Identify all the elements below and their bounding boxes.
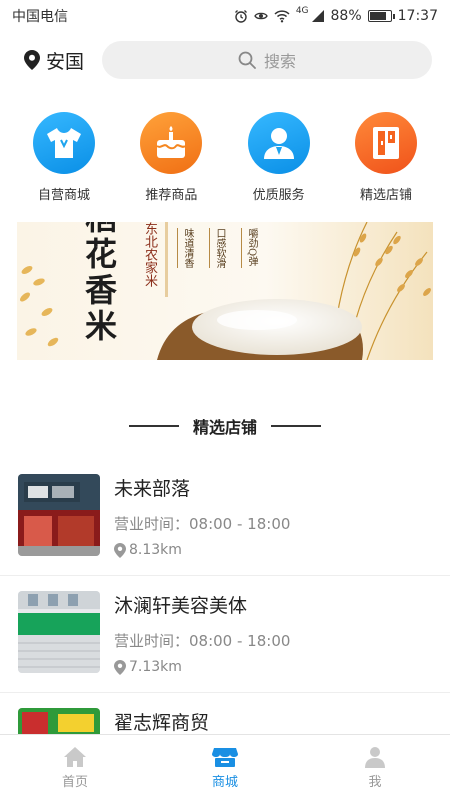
store-distance-value: 8.13km bbox=[129, 542, 182, 558]
search-icon bbox=[238, 51, 256, 69]
location-pin-icon bbox=[24, 50, 40, 70]
banner-feature: 味道清香 bbox=[177, 228, 195, 268]
carrier-label: 中国电信 bbox=[12, 9, 68, 25]
nav-shop[interactable]: 商城 bbox=[150, 746, 300, 790]
store-info: 沐澜轩美容美体 营业时间：08:00 - 18:00 7.13km bbox=[114, 577, 290, 675]
person-icon bbox=[247, 112, 310, 174]
divider bbox=[271, 425, 321, 427]
banner-title-char: 花 bbox=[84, 235, 117, 273]
store-info: 未来部落 营业时间：08:00 - 18:00 8.13km bbox=[114, 460, 290, 558]
location-pin-icon bbox=[114, 659, 126, 675]
banner-subtitle: 东北农家米 bbox=[142, 222, 157, 287]
battery-percent: 88% bbox=[330, 8, 362, 24]
store-list-item[interactable]: 沐澜轩美容美体 营业时间：08:00 - 18:00 7.13km bbox=[0, 577, 450, 693]
eye-icon bbox=[254, 12, 268, 20]
location-pin-icon bbox=[114, 542, 126, 558]
store-distance-value: 7.13km bbox=[129, 659, 182, 675]
store-info: 翟志辉商贸 bbox=[114, 694, 209, 735]
category-label: 精选店铺 bbox=[359, 188, 412, 203]
cake-icon bbox=[140, 112, 203, 174]
store-list-item[interactable]: 未来部落 营业时间：08:00 - 18:00 8.13km bbox=[0, 460, 450, 576]
nav-label: 我 bbox=[368, 774, 382, 790]
status-bar: 中国电信 4G 88% 17:37 bbox=[0, 0, 450, 32]
category-label: 推荐商品 bbox=[145, 188, 198, 203]
banner-title-char: 香 bbox=[84, 271, 117, 309]
store-name: 翟志辉商贸 bbox=[114, 712, 210, 734]
store-name: 沐澜轩美容美体 bbox=[114, 595, 248, 617]
category-featured-stores[interactable]: 精选店铺 bbox=[336, 112, 436, 203]
bottom-nav: 首页 商城 我 bbox=[0, 734, 450, 800]
category-grid: 自营商城 推荐商品 优质服务 精选店铺 bbox=[0, 112, 450, 203]
store-name: 未来部落 bbox=[114, 478, 191, 500]
banner-title-char: 稻 bbox=[85, 222, 117, 236]
nav-me[interactable]: 我 bbox=[300, 746, 450, 790]
store-distance: 8.13km bbox=[114, 542, 290, 558]
header: 安国 搜索 bbox=[0, 40, 450, 80]
search-input[interactable]: 搜索 bbox=[102, 41, 432, 79]
store-thumbnail bbox=[18, 474, 100, 556]
tshirt-icon bbox=[33, 112, 95, 174]
store-thumbnail bbox=[18, 591, 100, 673]
store-distance: 7.13km bbox=[114, 659, 290, 675]
nav-home[interactable]: 首页 bbox=[0, 746, 150, 790]
nav-label: 首页 bbox=[61, 774, 88, 790]
banner-title-char: 米 bbox=[84, 307, 117, 345]
store-hours: 营业时间：08:00 - 18:00 bbox=[114, 515, 291, 533]
store-hours: 营业时间：08:00 - 18:00 bbox=[114, 632, 291, 650]
divider bbox=[128, 425, 179, 427]
category-label: 优质服务 bbox=[252, 188, 305, 203]
user-icon bbox=[365, 746, 385, 768]
wifi-icon bbox=[274, 10, 290, 23]
shop-icon bbox=[212, 747, 238, 767]
storefront-icon bbox=[354, 112, 417, 174]
location-selector[interactable]: 安国 bbox=[24, 47, 96, 74]
section-title: 精选店铺 bbox=[192, 418, 257, 437]
alarm-icon bbox=[234, 10, 247, 23]
banner-features: 味道清香 口感软滑 嚼劲Q弹 bbox=[177, 228, 390, 268]
banner-feature: 口感软滑 bbox=[209, 228, 227, 268]
banner-title: 稻 花 香 米 bbox=[81, 222, 121, 344]
location-label: 安国 bbox=[46, 50, 85, 73]
clock: 17:37 bbox=[397, 8, 438, 24]
home-icon bbox=[64, 746, 86, 767]
battery-icon bbox=[367, 10, 395, 22]
category-quality-service[interactable]: 优质服务 bbox=[229, 112, 329, 203]
promo-banner[interactable]: 稻 花 香 米 东北农家米 味道清香 口感软滑 嚼劲Q弹 bbox=[17, 222, 433, 360]
category-recommended[interactable]: 推荐商品 bbox=[121, 112, 221, 203]
status-indicators: 4G 88% 17:37 bbox=[234, 6, 438, 24]
section-header: 精选店铺 bbox=[0, 414, 450, 438]
nav-label: 商城 bbox=[211, 774, 238, 790]
search-placeholder: 搜索 bbox=[263, 52, 296, 71]
signal-icon bbox=[311, 10, 324, 22]
network-type-label: 4G bbox=[295, 6, 309, 16]
banner-feature: 嚼劲Q弹 bbox=[241, 228, 259, 268]
category-self-operated-mall[interactable]: 自营商城 bbox=[14, 112, 114, 203]
category-label: 自营商城 bbox=[37, 188, 90, 203]
